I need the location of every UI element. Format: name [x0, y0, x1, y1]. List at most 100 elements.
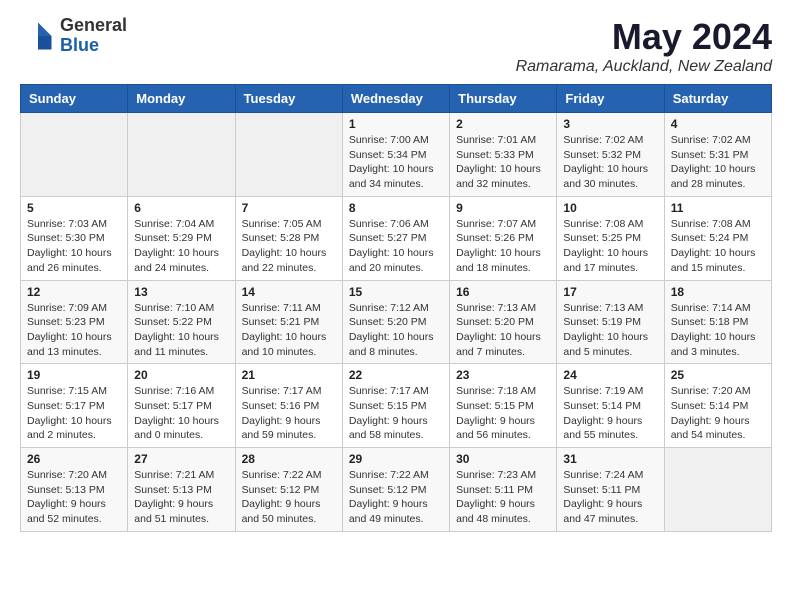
day-info: Sunrise: 7:11 AM Sunset: 5:21 PM Dayligh… — [242, 301, 336, 360]
calendar-header: SundayMondayTuesdayWednesdayThursdayFrid… — [21, 85, 772, 113]
location-title: Ramarama, Auckland, New Zealand — [516, 58, 772, 76]
day-info: Sunrise: 7:19 AM Sunset: 5:14 PM Dayligh… — [563, 384, 657, 443]
logo-icon — [20, 18, 56, 54]
day-number: 15 — [349, 285, 443, 299]
calendar-week-5: 26 Sunrise: 7:20 AM Sunset: 5:13 PM Dayli… — [21, 448, 772, 532]
calendar-body: 1 Sunrise: 7:00 AM Sunset: 5:34 PM Daylig… — [21, 113, 772, 532]
day-info: Sunrise: 7:13 AM Sunset: 5:20 PM Dayligh… — [456, 301, 550, 360]
calendar-cell: 16Sunrise: 7:13 AM Sunset: 5:20 PM Dayli… — [450, 280, 557, 364]
calendar-cell — [21, 113, 128, 197]
calendar-cell: 23 Sunrise: 7:18 AM Sunset: 5:15 PM Dayli… — [450, 364, 557, 448]
day-info: Sunrise: 7:00 AM Sunset: 5:34 PM Dayligh… — [349, 133, 443, 192]
calendar-cell: 7 Sunrise: 7:05 AM Sunset: 5:28 PM Daylig… — [235, 196, 342, 280]
calendar-cell: 14 Sunrise: 7:11 AM Sunset: 5:21 PM Dayli… — [235, 280, 342, 364]
day-info: Sunrise: 7:20 AM Sunset: 5:14 PM Dayligh… — [671, 384, 765, 443]
calendar-week-2: 5 Sunrise: 7:03 AM Sunset: 5:30 PM Daylig… — [21, 196, 772, 280]
day-info: Sunrise: 7:23 AM Sunset: 5:11 PM Dayligh… — [456, 468, 550, 527]
calendar-week-3: 12 Sunrise: 7:09 AM Sunset: 5:23 PM Dayli… — [21, 280, 772, 364]
day-info: Sunrise: 7:17 AM Sunset: 5:15 PM Dayligh… — [349, 384, 443, 443]
day-info: Sunrise: 7:17 AM Sunset: 5:16 PM Dayligh… — [242, 384, 336, 443]
calendar-cell: 1 Sunrise: 7:00 AM Sunset: 5:34 PM Daylig… — [342, 113, 449, 197]
day-number: 31 — [563, 452, 657, 466]
calendar-cell: 30 Sunrise: 7:23 AM Sunset: 5:11 PM Dayli… — [450, 448, 557, 532]
day-number: 30 — [456, 452, 550, 466]
calendar-cell: 29 Sunrise: 7:22 AM Sunset: 5:12 PM Dayli… — [342, 448, 449, 532]
day-info: Sunrise: 7:05 AM Sunset: 5:28 PM Dayligh… — [242, 217, 336, 276]
calendar-cell: 11 Sunrise: 7:08 AM Sunset: 5:24 PM Dayli… — [664, 196, 771, 280]
day-info: Sunrise: 7:08 AM Sunset: 5:24 PM Dayligh… — [671, 217, 765, 276]
day-number: 21 — [242, 368, 336, 382]
calendar-cell: 24 Sunrise: 7:19 AM Sunset: 5:14 PM Dayli… — [557, 364, 664, 448]
day-info: Sunrise: 7:22 AM Sunset: 5:12 PM Dayligh… — [349, 468, 443, 527]
day-number: 2 — [456, 117, 550, 131]
day-info: Sunrise: 7:21 AM Sunset: 5:13 PM Dayligh… — [134, 468, 228, 527]
day-info: Sunrise: 7:09 AM Sunset: 5:23 PM Dayligh… — [27, 301, 121, 360]
day-number: 18 — [671, 285, 765, 299]
day-number: 17 — [563, 285, 657, 299]
day-info: Sunrise: 7:18 AM Sunset: 5:15 PM Dayligh… — [456, 384, 550, 443]
day-number: 26 — [27, 452, 121, 466]
day-number: 7 — [242, 201, 336, 215]
logo-general-label: General — [60, 16, 127, 36]
calendar-cell: 20Sunrise: 7:16 AM Sunset: 5:17 PM Dayli… — [128, 364, 235, 448]
day-info: Sunrise: 7:20 AM Sunset: 5:13 PM Dayligh… — [27, 468, 121, 527]
day-info: Sunrise: 7:13 AM Sunset: 5:19 PM Dayligh… — [563, 301, 657, 360]
day-number: 12 — [27, 285, 121, 299]
day-number: 29 — [349, 452, 443, 466]
calendar-cell: 3 Sunrise: 7:02 AM Sunset: 5:32 PM Daylig… — [557, 113, 664, 197]
day-number: 4 — [671, 117, 765, 131]
calendar-week-4: 19Sunrise: 7:15 AM Sunset: 5:17 PM Dayli… — [21, 364, 772, 448]
weekday-row: SundayMondayTuesdayWednesdayThursdayFrid… — [21, 85, 772, 113]
day-number: 10 — [563, 201, 657, 215]
day-info: Sunrise: 7:04 AM Sunset: 5:29 PM Dayligh… — [134, 217, 228, 276]
calendar-table: SundayMondayTuesdayWednesdayThursdayFrid… — [20, 84, 772, 532]
weekday-header-saturday: Saturday — [664, 85, 771, 113]
calendar-cell: 28Sunrise: 7:22 AM Sunset: 5:12 PM Dayli… — [235, 448, 342, 532]
calendar-cell: 5 Sunrise: 7:03 AM Sunset: 5:30 PM Daylig… — [21, 196, 128, 280]
day-info: Sunrise: 7:07 AM Sunset: 5:26 PM Dayligh… — [456, 217, 550, 276]
calendar-cell: 17 Sunrise: 7:13 AM Sunset: 5:19 PM Dayli… — [557, 280, 664, 364]
day-number: 23 — [456, 368, 550, 382]
day-info: Sunrise: 7:10 AM Sunset: 5:22 PM Dayligh… — [134, 301, 228, 360]
calendar-cell — [664, 448, 771, 532]
calendar-cell: 25Sunrise: 7:20 AM Sunset: 5:14 PM Dayli… — [664, 364, 771, 448]
day-info: Sunrise: 7:22 AM Sunset: 5:12 PM Dayligh… — [242, 468, 336, 527]
day-info: Sunrise: 7:14 AM Sunset: 5:18 PM Dayligh… — [671, 301, 765, 360]
calendar-cell: 2 Sunrise: 7:01 AM Sunset: 5:33 PM Daylig… — [450, 113, 557, 197]
calendar-cell: 27Sunrise: 7:21 AM Sunset: 5:13 PM Dayli… — [128, 448, 235, 532]
day-number: 11 — [671, 201, 765, 215]
day-info: Sunrise: 7:08 AM Sunset: 5:25 PM Dayligh… — [563, 217, 657, 276]
day-number: 1 — [349, 117, 443, 131]
day-info: Sunrise: 7:03 AM Sunset: 5:30 PM Dayligh… — [27, 217, 121, 276]
day-info: Sunrise: 7:06 AM Sunset: 5:27 PM Dayligh… — [349, 217, 443, 276]
calendar-cell: 18 Sunrise: 7:14 AM Sunset: 5:18 PM Dayli… — [664, 280, 771, 364]
day-info: Sunrise: 7:01 AM Sunset: 5:33 PM Dayligh… — [456, 133, 550, 192]
day-number: 14 — [242, 285, 336, 299]
page-header: General Blue May 2024 Ramarama, Auckland… — [20, 16, 772, 76]
day-info: Sunrise: 7:24 AM Sunset: 5:11 PM Dayligh… — [563, 468, 657, 527]
weekday-header-monday: Monday — [128, 85, 235, 113]
day-number: 9 — [456, 201, 550, 215]
calendar-week-1: 1 Sunrise: 7:00 AM Sunset: 5:34 PM Daylig… — [21, 113, 772, 197]
day-number: 24 — [563, 368, 657, 382]
calendar-cell: 26 Sunrise: 7:20 AM Sunset: 5:13 PM Dayli… — [21, 448, 128, 532]
day-info: Sunrise: 7:16 AM Sunset: 5:17 PM Dayligh… — [134, 384, 228, 443]
calendar-cell: 10 Sunrise: 7:08 AM Sunset: 5:25 PM Dayli… — [557, 196, 664, 280]
calendar-cell: 6Sunrise: 7:04 AM Sunset: 5:29 PM Daylig… — [128, 196, 235, 280]
day-number: 13 — [134, 285, 228, 299]
calendar-cell: 8 Sunrise: 7:06 AM Sunset: 5:27 PM Daylig… — [342, 196, 449, 280]
calendar-cell: 31 Sunrise: 7:24 AM Sunset: 5:11 PM Dayli… — [557, 448, 664, 532]
day-number: 8 — [349, 201, 443, 215]
month-title: May 2024 — [516, 16, 772, 58]
calendar-cell: 9 Sunrise: 7:07 AM Sunset: 5:26 PM Daylig… — [450, 196, 557, 280]
calendar-cell — [128, 113, 235, 197]
day-number: 22 — [349, 368, 443, 382]
calendar-cell: 22 Sunrise: 7:17 AM Sunset: 5:15 PM Dayli… — [342, 364, 449, 448]
day-number: 19 — [27, 368, 121, 382]
calendar-cell: 12 Sunrise: 7:09 AM Sunset: 5:23 PM Dayli… — [21, 280, 128, 364]
weekday-header-sunday: Sunday — [21, 85, 128, 113]
day-number: 5 — [27, 201, 121, 215]
day-number: 3 — [563, 117, 657, 131]
weekday-header-wednesday: Wednesday — [342, 85, 449, 113]
day-info: Sunrise: 7:02 AM Sunset: 5:32 PM Dayligh… — [563, 133, 657, 192]
